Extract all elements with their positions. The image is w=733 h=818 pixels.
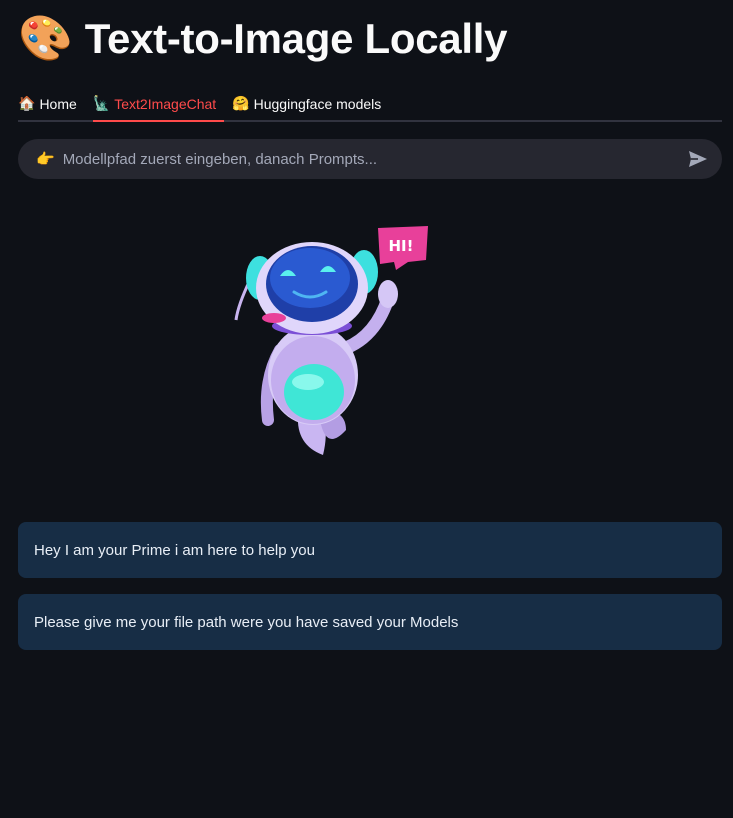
hugging-face-icon: 🤗	[232, 96, 250, 112]
robot-mascot-icon: HI!	[234, 226, 428, 455]
tab-label: Text2ImageChat	[114, 96, 217, 112]
tab-label: Home	[39, 96, 77, 112]
tab-label: Huggingface models	[253, 96, 382, 112]
tab-bar: 🏠 Home 🗽 Text2ImageChat 🤗 Huggingface mo…	[18, 88, 722, 122]
chat-input-bar: 👉	[18, 139, 722, 179]
send-button[interactable]	[686, 147, 710, 171]
badge-text: HI!	[389, 237, 414, 255]
tab-home[interactable]: 🏠 Home	[18, 88, 85, 120]
tab-text2imagechat[interactable]: 🗽 Text2ImageChat	[92, 88, 225, 122]
palette-icon: 🎨	[18, 13, 73, 64]
page-title: 🎨 Text-to-Image Locally	[18, 12, 507, 66]
hi-speech-badge: HI!	[378, 226, 428, 270]
chat-message: Hey I am your Prime i am here to help yo…	[18, 522, 722, 578]
pointing-hand-icon: 👉	[36, 150, 55, 168]
statue-of-liberty-icon: 🗽	[92, 96, 111, 112]
tab-huggingface-models[interactable]: 🤗 Huggingface models	[232, 88, 389, 120]
robot-illustration: HI!	[228, 220, 438, 465]
chat-input[interactable]	[60, 149, 686, 169]
page-title-text: Text-to-Image Locally	[84, 15, 508, 62]
send-icon	[689, 151, 707, 167]
house-icon: 🏠	[18, 96, 36, 112]
chat-message: Please give me your file path were you h…	[18, 594, 722, 650]
